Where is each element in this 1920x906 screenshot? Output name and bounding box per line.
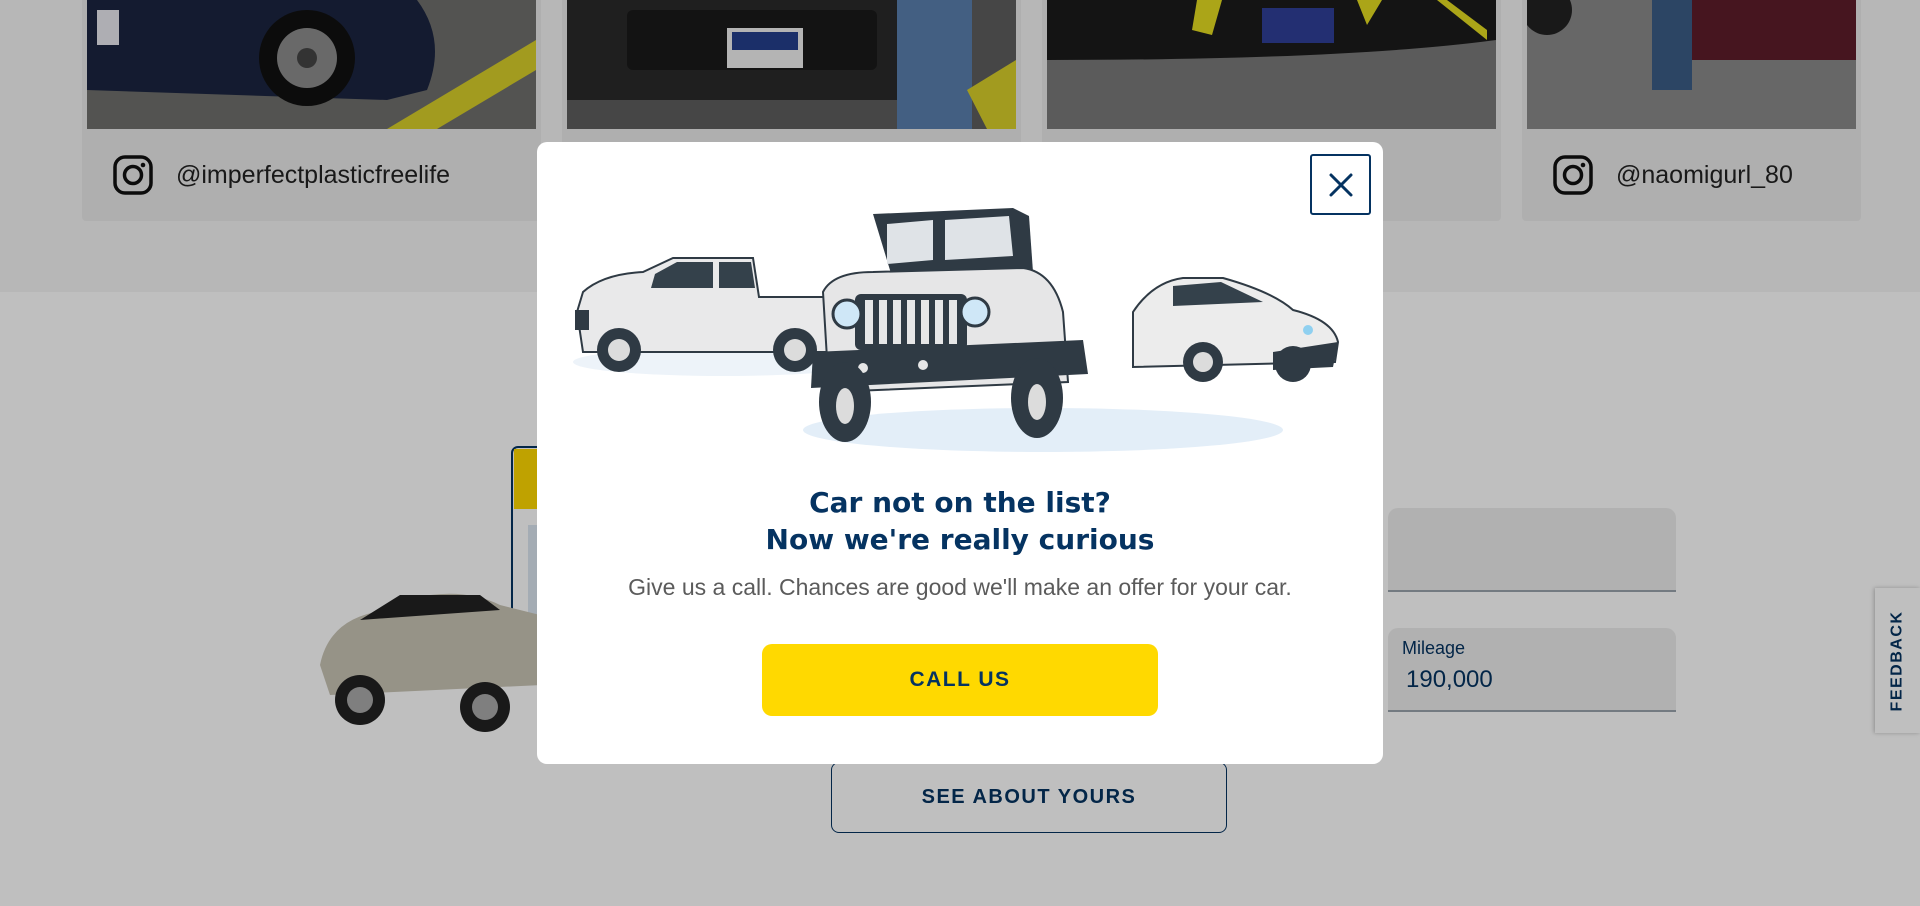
jeep-icon xyxy=(811,208,1088,442)
hatchback-car-icon xyxy=(1132,277,1340,382)
modal-title: Car not on the list? Now we're really cu… xyxy=(537,484,1383,558)
modal-title-line1: Car not on the list? xyxy=(809,486,1111,519)
close-icon xyxy=(1329,173,1352,196)
call-us-button[interactable]: CALL US xyxy=(762,644,1158,716)
car-not-listed-modal: Car not on the list? Now we're really cu… xyxy=(537,142,1383,764)
modal-title-line2: Now we're really curious xyxy=(765,523,1155,556)
vehicles-illustration xyxy=(573,208,1340,452)
modal-description: Give us a call. Chances are good we'll m… xyxy=(628,574,1292,600)
